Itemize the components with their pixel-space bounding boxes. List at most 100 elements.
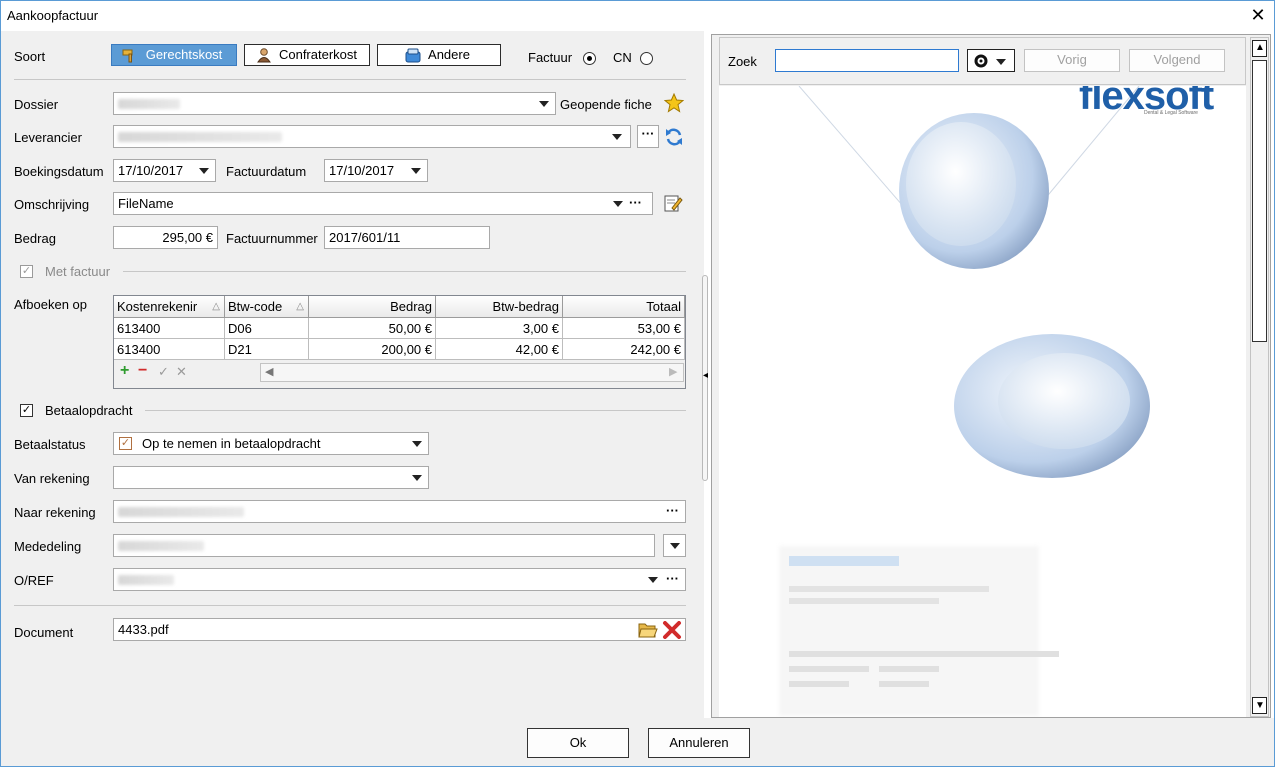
factuurnummer-field[interactable]: 2017/601/11 bbox=[324, 226, 490, 249]
met-factuur-label: Met factuur bbox=[45, 264, 111, 279]
cn-radio[interactable] bbox=[640, 52, 653, 65]
factuurdatum-label: Factuurdatum bbox=[226, 164, 307, 179]
hammer-icon bbox=[122, 49, 133, 63]
oref-browse-button[interactable]: ··· bbox=[666, 570, 679, 587]
afboeken-grid: Kostenrekenir △ Btw-code △ Bedrag Btw-bedr… bbox=[113, 295, 686, 389]
naar-rekening-label: Naar rekening bbox=[14, 505, 96, 520]
chevron-down-icon bbox=[613, 201, 623, 207]
betaalopdracht-checkbox[interactable]: ✓ bbox=[20, 404, 33, 417]
chevron-down-icon bbox=[996, 59, 1006, 65]
table-cell[interactable]: 242,00 € bbox=[563, 339, 685, 360]
mededeling-label: Mededeling bbox=[14, 539, 82, 554]
preview-artwork bbox=[779, 86, 1150, 716]
scroll-thumb[interactable] bbox=[1252, 60, 1267, 342]
chevron-down-icon bbox=[412, 441, 422, 447]
search-input[interactable] bbox=[775, 49, 959, 72]
divider bbox=[14, 79, 686, 80]
brand-tagline: Dental & Legal Software bbox=[1144, 110, 1198, 116]
dossier-field[interactable] bbox=[113, 92, 556, 115]
dossier-label: Dossier bbox=[14, 97, 59, 112]
van-rekening-label: Van rekening bbox=[14, 471, 90, 486]
cn-radio-label: CN bbox=[613, 50, 632, 65]
met-factuur-checkbox[interactable]: ✓ bbox=[20, 265, 33, 278]
betaalstatus-dropdown[interactable]: ✓ Op te nemen in betaalopdracht bbox=[113, 432, 429, 455]
naar-rekening-field[interactable]: ··· bbox=[113, 500, 686, 523]
geopende-fiche-label: Geopende fiche bbox=[560, 97, 652, 112]
chevron-down-icon bbox=[648, 577, 658, 583]
afboeken-op-label: Afboeken op bbox=[14, 297, 88, 312]
close-button[interactable]: ✕ bbox=[1246, 3, 1270, 27]
oref-field[interactable]: ··· bbox=[113, 568, 686, 591]
cancel-button[interactable]: Annuleren bbox=[648, 728, 750, 758]
factuurnummer-label: Factuurnummer bbox=[226, 231, 318, 246]
chevron-down-icon bbox=[539, 101, 549, 107]
column-header[interactable]: Btw-code △ bbox=[225, 296, 309, 318]
status-checkbox-icon: ✓ bbox=[119, 437, 132, 450]
ok-button[interactable]: Ok bbox=[527, 728, 629, 758]
omschrijving-browse-button[interactable]: ··· bbox=[629, 194, 642, 211]
omschrijving-field[interactable]: FileName ··· bbox=[113, 192, 653, 215]
omschrijving-label: Omschrijving bbox=[14, 197, 90, 212]
edit-note-icon[interactable] bbox=[663, 193, 683, 213]
document-field[interactable]: 4433.pdf bbox=[113, 618, 686, 641]
scroll-down-button[interactable]: ▼ bbox=[1252, 697, 1267, 714]
leverancier-browse-button[interactable]: ··· bbox=[637, 125, 659, 148]
andere-button[interactable]: Andere bbox=[377, 44, 501, 66]
preview-scrollbar[interactable]: ▲ ▼ bbox=[1250, 37, 1269, 717]
box-icon bbox=[405, 48, 421, 63]
search-label: Zoek bbox=[728, 54, 757, 69]
star-icon[interactable] bbox=[664, 93, 684, 113]
add-row-button[interactable]: + bbox=[120, 362, 129, 380]
chevron-down-icon bbox=[412, 475, 422, 481]
column-header[interactable]: Btw-bedrag bbox=[436, 296, 563, 318]
table-cell[interactable]: 613400 bbox=[114, 339, 225, 360]
previous-button[interactable]: Vorig bbox=[1024, 49, 1120, 72]
table-cell[interactable]: 42,00 € bbox=[436, 339, 563, 360]
column-header[interactable]: Totaal bbox=[563, 296, 685, 318]
window-title: Aankoopfactuur bbox=[7, 8, 99, 23]
confirm-row-button[interactable]: ✓ bbox=[158, 364, 169, 380]
open-folder-icon[interactable] bbox=[638, 621, 658, 639]
scroll-up-button[interactable]: ▲ bbox=[1252, 40, 1267, 57]
search-toolbar: Zoek Vorig Volgend bbox=[719, 37, 1246, 85]
search-options-button[interactable] bbox=[967, 49, 1015, 72]
boekingsdatum-label: Boekingsdatum bbox=[14, 164, 104, 179]
bedrag-field[interactable]: 295,00 € bbox=[113, 226, 218, 249]
table-cell[interactable]: D06 bbox=[225, 318, 309, 339]
boekingsdatum-picker[interactable]: 17/10/2017 bbox=[113, 159, 216, 182]
van-rekening-dropdown[interactable] bbox=[113, 466, 429, 489]
gerechtskost-button[interactable]: Gerechtskost bbox=[111, 44, 237, 66]
mededeling-dropdown-button[interactable] bbox=[663, 534, 686, 557]
table-cell[interactable]: 3,00 € bbox=[436, 318, 563, 339]
grid-h-scrollbar[interactable]: ◀ ▶ bbox=[260, 363, 684, 382]
factuur-radio[interactable] bbox=[583, 52, 596, 65]
next-button[interactable]: Volgend bbox=[1129, 49, 1225, 72]
factuurdatum-picker[interactable]: 17/10/2017 bbox=[324, 159, 428, 182]
oref-label: O/REF bbox=[14, 573, 54, 588]
delete-icon[interactable] bbox=[662, 621, 682, 639]
table-cell[interactable]: D21 bbox=[225, 339, 309, 360]
button-bar bbox=[1, 718, 1274, 766]
table-cell[interactable]: 200,00 € bbox=[309, 339, 436, 360]
betaalopdracht-label: Betaalopdracht bbox=[45, 403, 133, 418]
chevron-down-icon bbox=[199, 168, 209, 174]
cancel-row-button[interactable]: ✕ bbox=[176, 364, 187, 380]
collapse-arrow-icon[interactable]: ◂ bbox=[703, 370, 708, 381]
factuur-radio-label: Factuur bbox=[528, 50, 573, 65]
delete-row-button[interactable]: − bbox=[138, 362, 147, 380]
confraterkost-button[interactable]: Confraterkost bbox=[244, 44, 370, 66]
table-cell[interactable]: 613400 bbox=[114, 318, 225, 339]
divider bbox=[14, 605, 686, 606]
bedrag-label: Bedrag bbox=[14, 231, 56, 246]
document-preview: flexsoft Dental & Legal Software bbox=[719, 86, 1246, 717]
table-cell[interactable]: 50,00 € bbox=[309, 318, 436, 339]
table-cell[interactable]: 53,00 € bbox=[563, 318, 685, 339]
leverancier-field[interactable] bbox=[113, 125, 631, 148]
naar-rekening-browse-button[interactable]: ··· bbox=[666, 502, 679, 519]
confraterkost-label: Confraterkost bbox=[278, 47, 358, 62]
mededeling-field[interactable] bbox=[113, 534, 655, 557]
column-header[interactable]: Kostenrekenir △ bbox=[114, 296, 225, 318]
column-header[interactable]: Bedrag bbox=[309, 296, 436, 318]
refresh-icon[interactable] bbox=[664, 127, 684, 147]
divider bbox=[145, 410, 686, 411]
